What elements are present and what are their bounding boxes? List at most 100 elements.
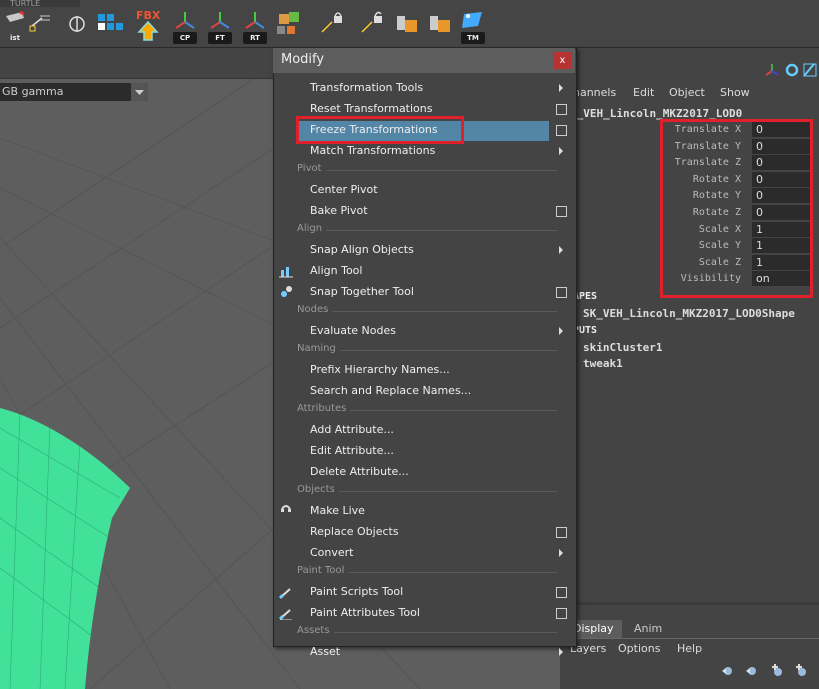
menu-item-label: Replace Objects bbox=[310, 525, 399, 539]
menu-item-prefix-hierarchy-names[interactable]: Prefix Hierarchy Names... bbox=[273, 360, 575, 381]
shelf-button-tm[interactable]: TM bbox=[458, 10, 488, 44]
submenu-arrow-icon bbox=[559, 327, 563, 335]
shelf-button-reset-transform[interactable]: RT bbox=[240, 10, 270, 44]
input-node[interactable]: skinCluster1 bbox=[583, 341, 662, 354]
new-layer-selected-icon[interactable] bbox=[796, 664, 806, 676]
shelf-button-bucket2[interactable] bbox=[426, 10, 456, 44]
shape-name[interactable]: SK_VEH_Lincoln_MKZ2017_LOD0Shape bbox=[583, 307, 795, 320]
menu-item-snap-align-objects[interactable]: Snap Align Objects bbox=[273, 240, 575, 261]
tab-display[interactable]: Display bbox=[573, 622, 614, 635]
shelf-badge: FBX bbox=[136, 9, 161, 22]
menu-item-edit-attribute[interactable]: Edit Attribute... bbox=[273, 441, 575, 462]
menu-item-search-and-replace-names[interactable]: Search and Replace Names... bbox=[273, 381, 575, 402]
menu-item-label: Align Tool bbox=[310, 263, 363, 277]
channel-box-tool-icons bbox=[764, 62, 819, 82]
menu-item-center-pivot[interactable]: Center Pivot bbox=[273, 180, 575, 201]
option-box-icon[interactable] bbox=[556, 124, 567, 136]
magnet-icon bbox=[281, 505, 291, 513]
shelf-button-unlock[interactable] bbox=[358, 10, 388, 44]
shelf-button-fbx-export[interactable]: FBX bbox=[133, 10, 163, 44]
section-paint-tool: Paint Tool bbox=[273, 565, 575, 579]
channel-box-menu-object[interactable]: Object bbox=[669, 86, 705, 99]
menu-item-label: Snap Together Tool bbox=[310, 284, 414, 298]
section-label: Attributes bbox=[297, 403, 351, 414]
transform-axis-icon[interactable] bbox=[765, 64, 779, 76]
pivot-icon bbox=[69, 16, 85, 32]
menu-item-paint-attributes-tool[interactable]: Paint Attributes Tool bbox=[273, 603, 575, 624]
tab-anim[interactable]: Anim bbox=[634, 622, 662, 635]
bucket2-icon bbox=[430, 16, 450, 32]
menu-item-label: Paint Attributes Tool bbox=[310, 606, 420, 620]
input-node[interactable]: tweak1 bbox=[583, 357, 623, 370]
shelf-button-texture[interactable] bbox=[275, 10, 305, 44]
section-naming: Naming bbox=[273, 342, 575, 357]
layer-menu-help[interactable]: Help bbox=[677, 642, 702, 655]
menu-item-snap-together-tool[interactable]: Snap Together Tool bbox=[273, 282, 575, 303]
graph-icon[interactable] bbox=[803, 63, 817, 77]
section-divider bbox=[297, 229, 557, 231]
option-box-icon[interactable] bbox=[556, 205, 567, 217]
align-tool-icon bbox=[279, 266, 293, 278]
menu-item-transformation-tools[interactable]: Transformation Tools bbox=[273, 78, 575, 99]
menu-item-delete-attribute[interactable]: Delete Attribute... bbox=[273, 462, 575, 483]
section-label: Paint Tool bbox=[297, 565, 349, 576]
shelf-button-freeze-transform[interactable]: FT bbox=[205, 10, 235, 44]
paint-brush-icon bbox=[279, 588, 291, 600]
option-box-icon[interactable] bbox=[556, 286, 567, 298]
snap-together-icon bbox=[281, 285, 292, 297]
dropdown-arrow-icon[interactable] bbox=[131, 83, 148, 101]
menu-item-replace-objects[interactable]: Replace Objects bbox=[273, 522, 575, 543]
grid-icon bbox=[98, 14, 123, 30]
car-mesh[interactable] bbox=[0, 408, 130, 689]
section-attributes: Attributes bbox=[273, 403, 575, 417]
texture-icon bbox=[277, 12, 299, 34]
splitter-bar[interactable] bbox=[560, 602, 819, 605]
submenu-arrow-icon bbox=[559, 246, 563, 254]
close-button[interactable]: x bbox=[554, 52, 571, 69]
submenu-arrow-icon bbox=[559, 648, 563, 657]
option-box-icon[interactable] bbox=[556, 527, 567, 539]
option-box-icon[interactable] bbox=[556, 587, 567, 599]
refresh-icon[interactable] bbox=[785, 63, 799, 77]
menu-item-bake-pivot[interactable]: Bake Pivot bbox=[273, 201, 575, 222]
shelf-button-grid[interactable] bbox=[95, 10, 125, 44]
section-divider bbox=[297, 310, 557, 312]
shelf-badge: ist bbox=[10, 34, 20, 42]
move-layer-up-icon[interactable] bbox=[722, 667, 732, 675]
menu-item-paint-scripts-tool[interactable]: Paint Scripts Tool bbox=[273, 582, 575, 603]
shelf-tab[interactable]: TURTLE bbox=[0, 0, 80, 7]
menu-item-evaluate-nodes[interactable]: Evaluate Nodes bbox=[273, 321, 575, 342]
menu-item-label: Make Live bbox=[310, 504, 365, 518]
shelf-button-center-pivot[interactable]: CP bbox=[170, 10, 200, 44]
option-box-icon[interactable] bbox=[556, 608, 567, 620]
menu-item-convert[interactable]: Convert bbox=[273, 543, 575, 564]
option-box-icon[interactable] bbox=[556, 103, 567, 115]
menu-item-make-live[interactable]: Make Live bbox=[273, 501, 575, 522]
channel-box-menu-hannels[interactable]: hannels bbox=[573, 86, 616, 99]
move-layer-down-icon[interactable] bbox=[746, 667, 756, 675]
submenu-arrow-icon bbox=[559, 146, 563, 155]
new-layer-icon[interactable] bbox=[772, 664, 782, 676]
layer-buttons bbox=[720, 663, 819, 682]
shelf-button-list[interactable]: ist bbox=[0, 10, 30, 44]
menu-item-label: Delete Attribute... bbox=[310, 465, 409, 479]
menu-item-label: Edit Attribute... bbox=[310, 444, 394, 458]
shelf-badge: RT bbox=[243, 32, 267, 44]
section-pivot: Pivot bbox=[273, 162, 575, 177]
shelf-button-lock[interactable] bbox=[318, 10, 348, 44]
settings-icon bbox=[29, 15, 50, 32]
menu-item-add-attribute[interactable]: Add Attribute... bbox=[273, 420, 575, 441]
menu-item-align-tool[interactable]: Align Tool bbox=[273, 261, 575, 282]
shelf-button-pivot[interactable] bbox=[62, 10, 92, 44]
shelf-button-settings[interactable] bbox=[28, 10, 58, 44]
menu-item-label: Match Transformations bbox=[310, 143, 436, 157]
menu-item-asset[interactable]: Asset bbox=[273, 642, 575, 663]
layer-menu-options[interactable]: Options bbox=[618, 642, 660, 655]
color-management-dropdown[interactable]: GB gamma bbox=[0, 83, 148, 101]
channel-box-menu-show[interactable]: Show bbox=[720, 86, 750, 99]
bucket-icon bbox=[397, 16, 417, 32]
unlock-icon bbox=[361, 11, 382, 33]
channel-box-menu-edit[interactable]: Edit bbox=[633, 86, 654, 99]
shelf-button-bucket[interactable] bbox=[393, 10, 423, 44]
section-objects: Objects bbox=[273, 484, 575, 498]
